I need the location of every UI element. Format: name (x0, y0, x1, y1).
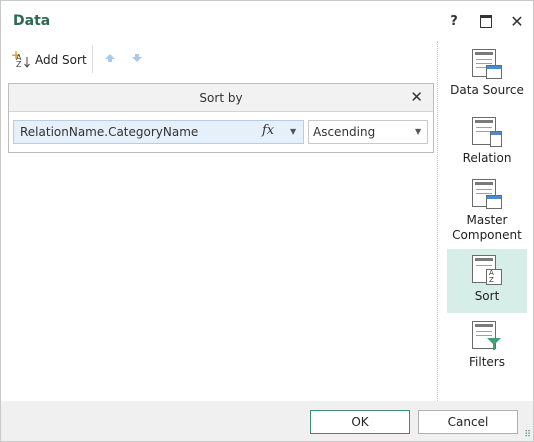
sidebar-item-sort[interactable]: AZ Sort (447, 249, 527, 313)
add-sort-icon: + AZ (11, 48, 31, 69)
sidebar-divider (437, 41, 438, 401)
title-bar: Data ? ✕ (1, 1, 533, 41)
remove-sort-button[interactable]: ✕ (410, 88, 423, 106)
data-dialog: Data ? ✕ + AZ Add Sort Sort by ✕ Relatio… (0, 0, 534, 442)
sidebar-item-label: Data Source (450, 83, 524, 97)
help-button[interactable]: ? (443, 11, 465, 31)
add-sort-label: Add Sort (35, 53, 87, 67)
sidebar-item-data-source[interactable]: Data Source (447, 49, 527, 107)
field-dropdown-icon[interactable]: ▼ (290, 127, 296, 136)
sidebar-item-filters[interactable]: Filters (447, 321, 527, 375)
sort-toolbar: + AZ Add Sort (1, 41, 437, 77)
sort-order-value: Ascending (313, 125, 376, 139)
relation-icon (472, 117, 502, 147)
expression-fx-icon[interactable]: fx (262, 123, 274, 138)
master-component-icon (472, 179, 502, 209)
resize-grip-icon[interactable]: ⠿ (524, 431, 531, 440)
dialog-title: Data (13, 13, 51, 29)
move-down-icon[interactable] (131, 53, 143, 63)
dialog-footer: OK Cancel ⠿ (1, 401, 533, 441)
sidebar-item-master-component[interactable]: Master Component (447, 179, 527, 245)
move-up-icon[interactable] (104, 53, 116, 63)
sort-icon: AZ (472, 255, 502, 285)
filter-icon (472, 321, 502, 351)
maximize-icon (480, 14, 492, 28)
ok-button[interactable]: OK (310, 410, 410, 434)
sidebar-item-label: Relation (462, 151, 512, 165)
sort-panel: Sort by ✕ RelationName.CategoryName fx ▼… (8, 83, 434, 153)
close-button[interactable]: ✕ (506, 11, 528, 31)
sidebar-item-label: Sort (474, 289, 500, 303)
sort-by-label: Sort by (199, 91, 243, 105)
sidebar-item-label: Master Component (452, 213, 522, 242)
order-dropdown-icon[interactable]: ▼ (415, 127, 421, 136)
sort-panel-header: Sort by ✕ (9, 84, 433, 112)
sidebar-item-relation[interactable]: Relation (447, 117, 527, 169)
sort-field-value: RelationName.CategoryName (20, 125, 199, 139)
toolbar-separator (92, 45, 93, 73)
data-source-icon (472, 49, 502, 79)
sort-order-select[interactable]: Ascending ▼ (308, 120, 428, 144)
sidebar-item-label: Filters (469, 355, 505, 369)
add-sort-button[interactable]: + AZ Add Sort (11, 48, 87, 71)
maximize-button[interactable] (475, 11, 497, 31)
sort-field-combobox[interactable]: RelationName.CategoryName fx ▼ (13, 120, 304, 144)
cancel-button[interactable]: Cancel (418, 410, 518, 434)
